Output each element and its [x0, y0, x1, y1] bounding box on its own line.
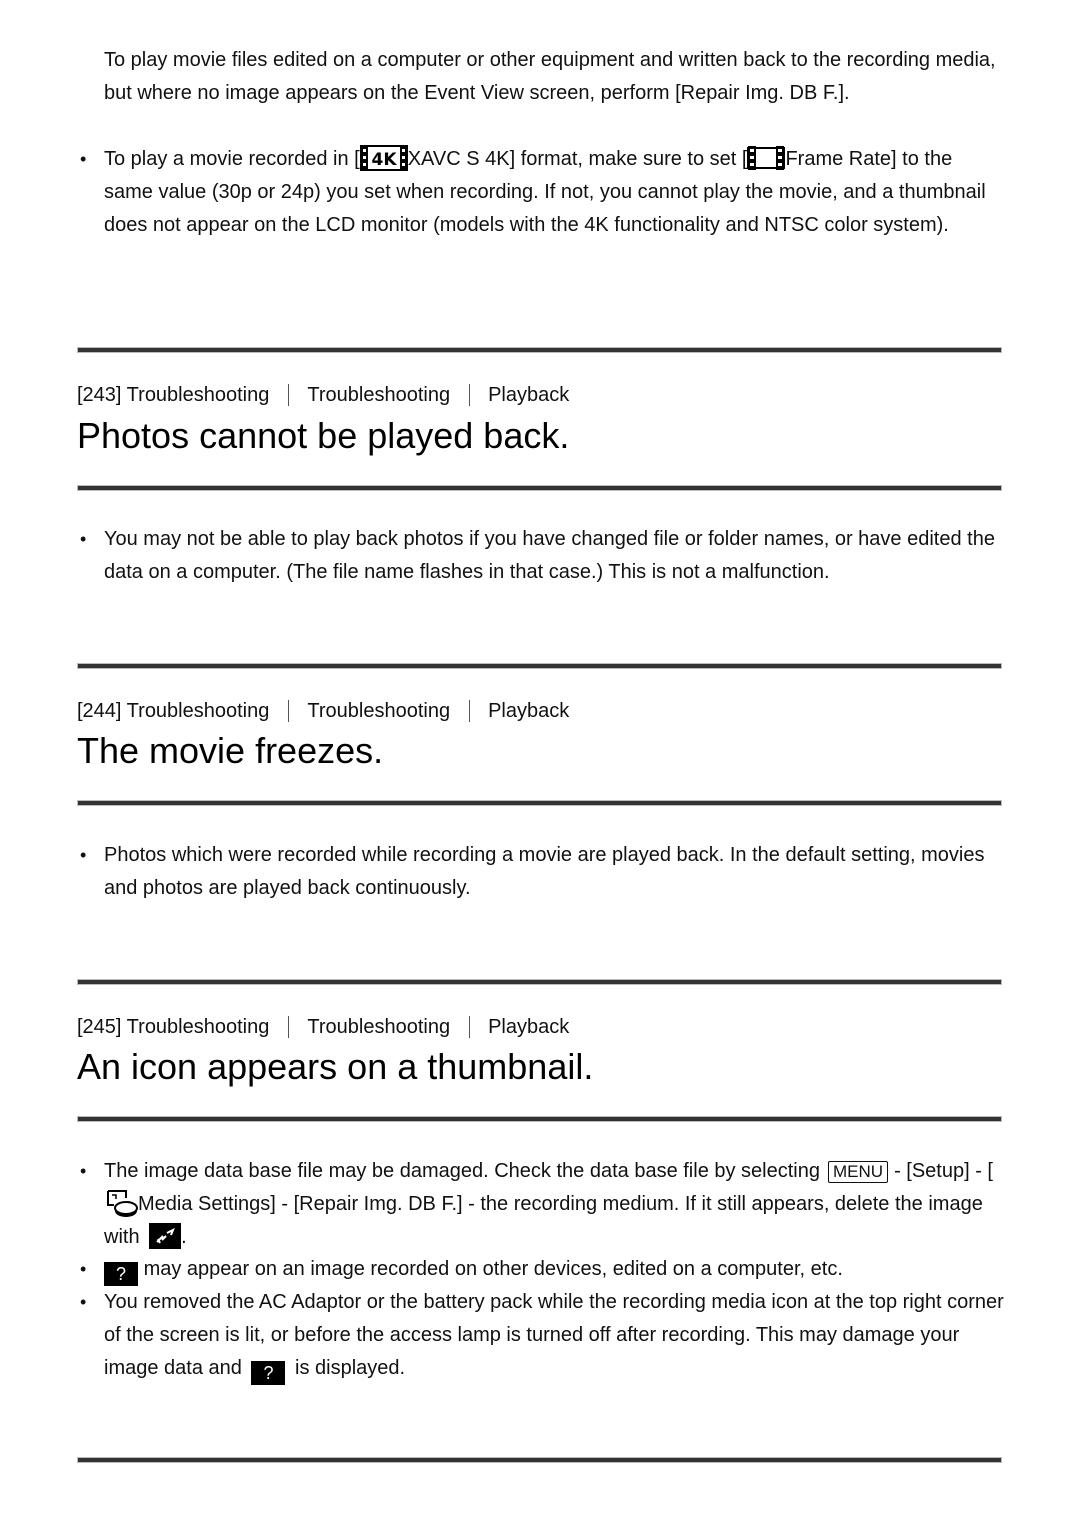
film-icon — [747, 143, 786, 176]
list-item: You may not be able to play back photos … — [80, 523, 1004, 589]
section-divider — [77, 1116, 1002, 1122]
breadcrumb-separator — [469, 700, 471, 722]
bullet-text: - [Setup] - [ — [894, 1160, 993, 1182]
breadcrumb-item[interactable]: Playback — [488, 383, 569, 407]
bullet-text: may appear on an image recorded on other… — [143, 1258, 843, 1280]
bullet-text: You removed the AC Adaptor or the batter… — [104, 1291, 1004, 1379]
section-title: An icon appears on a thumbnail. — [77, 1046, 594, 1087]
bullet-text: Media Settings] - [Repair Img. DB F.] - … — [104, 1193, 983, 1249]
breadcrumb-item[interactable]: [243] Troubleshooting — [77, 383, 269, 407]
question-mark-icon: ? — [104, 1262, 138, 1286]
section-divider — [77, 347, 1002, 353]
svg-text:4K: 4K — [371, 150, 397, 170]
intro-paragraph: To play movie files edited on a computer… — [104, 49, 996, 104]
breadcrumb: [245] Troubleshooting Troubleshooting Pl… — [77, 1015, 569, 1039]
section-title: The movie freezes. — [77, 730, 384, 771]
section-divider — [77, 800, 1002, 806]
bullet-text: To play a movie recorded in [ — [104, 148, 360, 170]
breadcrumb-item[interactable]: [245] Troubleshooting — [77, 1015, 269, 1039]
breadcrumb-item[interactable]: Playback — [488, 1015, 569, 1039]
breadcrumb-item[interactable]: Troubleshooting — [307, 383, 450, 407]
list-item: Photos which were recorded while recordi… — [80, 839, 1004, 905]
breadcrumb-separator — [288, 384, 290, 406]
media-settings-icon — [104, 1188, 138, 1221]
breadcrumb-separator — [469, 1016, 471, 1038]
list-item: You removed the AC Adaptor or the batter… — [80, 1286, 1004, 1385]
bullet-text: is displayed. — [295, 1357, 406, 1379]
breadcrumb-item[interactable]: [244] Troubleshooting — [77, 699, 269, 723]
menu-button-icon: MENU — [828, 1161, 889, 1183]
delete-image-icon — [145, 1221, 182, 1254]
bullet-text: . — [181, 1226, 187, 1249]
breadcrumb-separator — [469, 384, 471, 406]
breadcrumb-separator — [288, 1016, 290, 1038]
breadcrumb: [244] Troubleshooting Troubleshooting Pl… — [77, 699, 569, 723]
section-divider — [77, 1457, 1002, 1463]
bullet-text: The image data base file may be damaged.… — [104, 1160, 820, 1182]
bullet-text: XAVC S 4K] format, make sure to set [ — [407, 148, 748, 170]
4k-film-icon: 4K — [359, 143, 408, 176]
list-item: The image data base file may be damaged.… — [80, 1155, 1004, 1254]
breadcrumb: [243] Troubleshooting Troubleshooting Pl… — [77, 383, 569, 407]
intro-bullet-4k: To play a movie recorded in [ 4K XAVC S 4K… — [80, 143, 1004, 242]
breadcrumb-item[interactable]: Troubleshooting — [307, 699, 450, 723]
section-divider — [77, 979, 1002, 985]
question-mark-icon: ? — [251, 1361, 286, 1385]
breadcrumb-item[interactable]: Troubleshooting — [307, 1015, 450, 1039]
section-divider — [77, 485, 1002, 491]
section-divider — [77, 663, 1002, 669]
breadcrumb-separator — [288, 700, 290, 722]
breadcrumb-item[interactable]: Playback — [488, 699, 569, 723]
section-title: Photos cannot be played back. — [77, 415, 570, 456]
list-item: ? may appear on an image recorded on oth… — [80, 1253, 1004, 1286]
